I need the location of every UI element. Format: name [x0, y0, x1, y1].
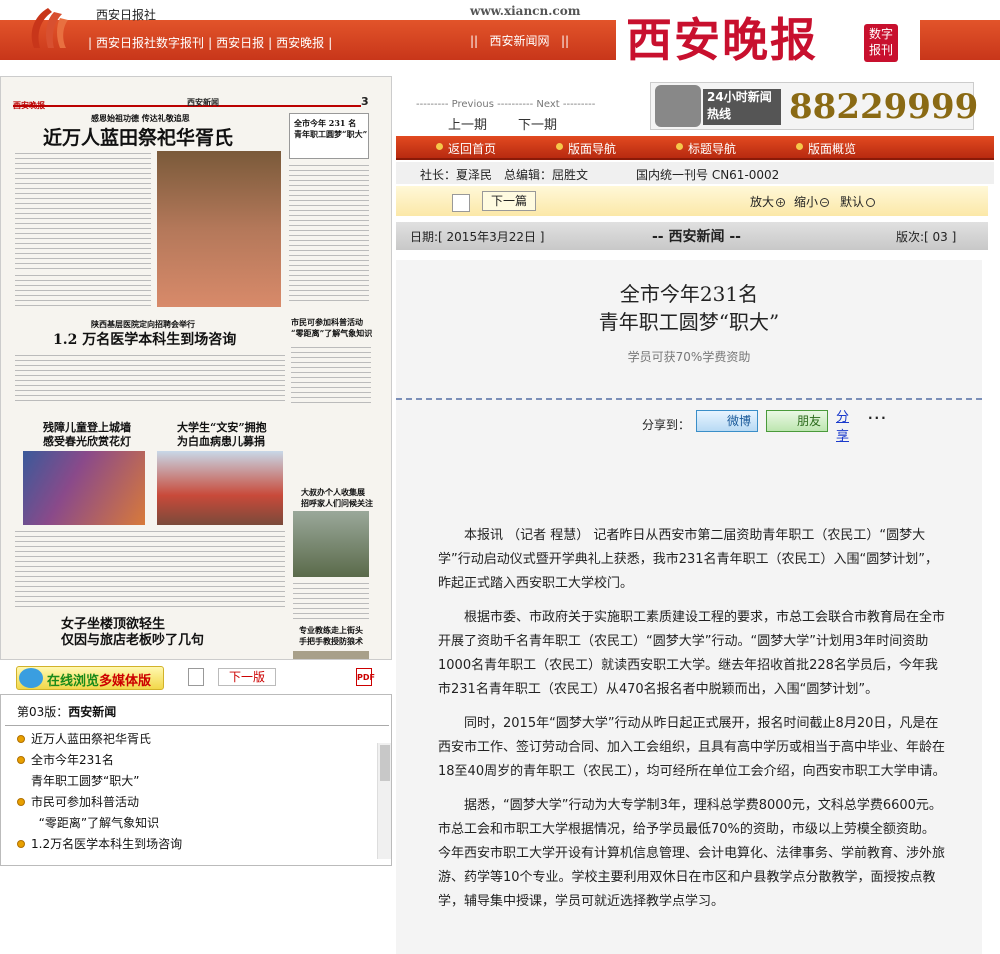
- issue-date: 日期:[ 2015年3月22日 ]: [410, 230, 545, 244]
- article-paragraph: 本报讯 （记者 程慧） 记者昨日从西安市第二届资助青年职工（农民工）“圆梦大学”…: [438, 528, 939, 591]
- article: 全市今年231名 青年职工圆梦“职大” 学员可获70%学费资助 分享到： 微博 朋…: [396, 260, 982, 954]
- nav-xian-daily[interactable]: 西安日报: [216, 36, 264, 50]
- page-table-of-contents: 第03版：西安新闻 近万人蓝田祭祀华胥氏 全市今年231名 青年职工圆梦“职大” …: [0, 694, 392, 866]
- more-share-icon[interactable]: ...: [868, 408, 888, 422]
- main-menu: 返回首页 版面导航 标题导航 版面概览: [396, 136, 994, 160]
- chat-bubble-icon: [19, 668, 43, 688]
- next-page-button[interactable]: 下一版: [218, 668, 276, 686]
- pdf-download-icon[interactable]: PDF: [356, 668, 375, 686]
- article-paragraph: 同时，2015年“圆梦大学”行动从昨日起正式展开，报名时间截止8月20日，凡是在…: [438, 716, 946, 779]
- bullet-icon: [17, 840, 25, 848]
- paper-group-name: 西安日报社: [96, 8, 157, 22]
- zoom-in-radio-icon: +: [776, 198, 786, 207]
- page-headline-5[interactable]: 女子坐楼顶欲轻生 仅因与旅店老板吵了几句: [61, 617, 204, 649]
- page-photo-collection: [293, 511, 369, 577]
- toc-item[interactable]: 近万人蓝田祭祀华胥氏: [17, 729, 367, 750]
- zoom-out-control[interactable]: 缩小 −: [794, 193, 830, 210]
- hotline-label: 24小时新闻热线: [703, 89, 781, 125]
- toc-item[interactable]: 全市今年231名 青年职工圆梦“职大”: [17, 750, 367, 792]
- toc-title: 第03版：西安新闻: [17, 705, 117, 719]
- bullet-icon: [17, 735, 25, 743]
- page-photo-students: [157, 451, 283, 525]
- page-section: 西安新闻: [187, 98, 219, 107]
- next-issue-link[interactable]: 下一期: [518, 114, 557, 133]
- xian-daily-logo-icon: [31, 8, 68, 48]
- zoom-out-radio-icon: −: [820, 198, 830, 207]
- issue-info-bar: 日期:[ 2015年3月22日 ] -- 西安新闻 -- 版次:[ 03 ]: [396, 222, 988, 250]
- article-paragraph: 据悉，“圆梦大学”行动为大专学制3年，理科总学费8000元，文科总学费6600元…: [438, 798, 946, 909]
- zoom-default-control[interactable]: 默认: [840, 193, 876, 210]
- page-side-1[interactable]: 市民可参加科普活动 “零距离”了解气象知识: [291, 317, 372, 339]
- toc-item[interactable]: 市民可参加科普活动 “零距离”了解气象知识: [17, 792, 367, 834]
- article-toolbar: 下一篇 放大 + 缩小 − 默认: [396, 186, 988, 216]
- editor-in-chief: 总编辑：屈胜文: [504, 168, 589, 182]
- article-paragraph: 根据市委、市政府关于实施职工素质建设工程的要求，市总工会联合市教育局在全市开展了…: [438, 610, 946, 697]
- article-title: 全市今年231名 青年职工圆梦“职大”: [598, 282, 780, 334]
- brand-title: 西安晚报: [626, 13, 818, 67]
- broken-image-icon[interactable]: [452, 194, 470, 212]
- nav-digital-newspaper[interactable]: 西安日报社数字报刊: [96, 36, 204, 50]
- header-nav-2: || 西安新闻网 ||: [470, 34, 570, 48]
- toc-item[interactable]: 1.2万名医学本科生到场咨询: [17, 834, 367, 855]
- hotline-number: 88229999: [789, 87, 979, 127]
- menu-home[interactable]: 返回首页: [436, 140, 496, 157]
- telephone-icon: [655, 85, 701, 127]
- menu-page-overview[interactable]: 版面概览: [796, 140, 856, 157]
- next-article-button[interactable]: 下一篇: [482, 191, 536, 211]
- newspaper-page-preview[interactable]: 西安晚报 西安新闻 3 感恩始祖功德 传达礼敬追思 近万人蓝田祭祀华胥氏 全市今…: [0, 76, 392, 660]
- divider: [396, 398, 982, 400]
- bullet-icon: [676, 143, 683, 150]
- previous-caption: --------- Previous ---------- Next -----…: [416, 99, 596, 110]
- article-subtitle: 学员可获70%学费资助: [627, 350, 751, 364]
- page-photo-lanterns: [23, 451, 145, 525]
- share-weibo-button[interactable]: 微博: [696, 410, 758, 432]
- bullet-icon: [17, 798, 25, 806]
- page-photo-ceremony: [157, 151, 281, 307]
- issue-navigation: --------- Previous ---------- Next -----…: [398, 96, 638, 133]
- page-no: 版次:[ 03 ]: [896, 230, 957, 244]
- default-radio-icon: [866, 198, 876, 207]
- bullet-icon: [556, 143, 563, 150]
- section-name: -- 西安新闻 --: [652, 229, 741, 245]
- zoom-in-control[interactable]: 放大 +: [750, 193, 786, 210]
- share-label: 分享到：: [642, 418, 691, 432]
- menu-title-nav[interactable]: 标题导航: [676, 140, 736, 157]
- bullet-icon: [796, 143, 803, 150]
- multimedia-online-button[interactable]: 在线浏览多媒体版: [16, 666, 164, 690]
- page-side-2[interactable]: 大叔办个人收集展 招呼家人们问候关注: [301, 487, 373, 509]
- menu-page-nav[interactable]: 版面导航: [556, 140, 616, 157]
- nav-xian-evening[interactable]: 西安晚报: [276, 36, 324, 50]
- bullet-icon: [436, 143, 443, 150]
- site-url: www.xiancn.com: [470, 4, 581, 18]
- page-side-3[interactable]: 专业教练走上街头 手把手教授防狼术: [299, 625, 363, 647]
- toc-list: 近万人蓝田祭祀华胥氏 全市今年231名 青年职工圆梦“职大” 市民可参加科普活动 …: [17, 729, 367, 855]
- share-friends-button[interactable]: 朋友: [766, 410, 828, 432]
- toc-scrollbar[interactable]: [377, 743, 391, 859]
- page-photo-training: [293, 651, 369, 659]
- share-link[interactable]: 分享: [836, 406, 849, 444]
- page-box-1[interactable]: 全市今年 231 名 青年职工圆梦“职大”: [289, 113, 369, 159]
- page-number: 3: [361, 95, 369, 108]
- issn: 国内统一刊号 CN61-0002: [636, 168, 780, 182]
- brand-tag: 数字报刊: [864, 24, 898, 62]
- site-header: 西安日报社 www.xiancn.com | 西安日报社数字报刊 | 西安日报 | 西安晚…: [0, 0, 1000, 75]
- news-hotline-banner: 24小时新闻热线 88229999: [650, 82, 978, 130]
- president: 社长：夏泽民: [420, 168, 493, 182]
- broken-image-icon[interactable]: [188, 668, 204, 686]
- article-body: 本报讯 （记者 程慧） 记者昨日从西安市第二届资助青年职工（农民工）“圆梦大学”…: [438, 524, 946, 924]
- nav-xian-news-net[interactable]: 西安新闻网: [490, 34, 550, 48]
- previous-issue-link[interactable]: 上一期: [448, 114, 487, 133]
- page-headline-3[interactable]: 残障儿童登上城墙 感受春光欣赏花灯: [43, 421, 131, 449]
- page-headline-1[interactable]: 近万人蓝田祭祀华胥氏: [43, 123, 233, 150]
- scrollbar-thumb[interactable]: [380, 745, 390, 781]
- page-headline-2[interactable]: 1.2 万名医学本科生到场咨询: [53, 329, 236, 349]
- header-nav: | 西安日报社数字报刊 | 西安日报 | 西安晚报 |: [88, 36, 333, 50]
- brand-logo: 西安晚报 数字报刊: [616, 0, 920, 75]
- page-headline-4[interactable]: 大学生“文安”拥抱 为白血病患儿募捐: [177, 421, 267, 449]
- publication-meta: 社长：夏泽民 总编辑：屈胜文 国内统一刊号 CN61-0002: [396, 162, 994, 184]
- bullet-icon: [17, 756, 25, 764]
